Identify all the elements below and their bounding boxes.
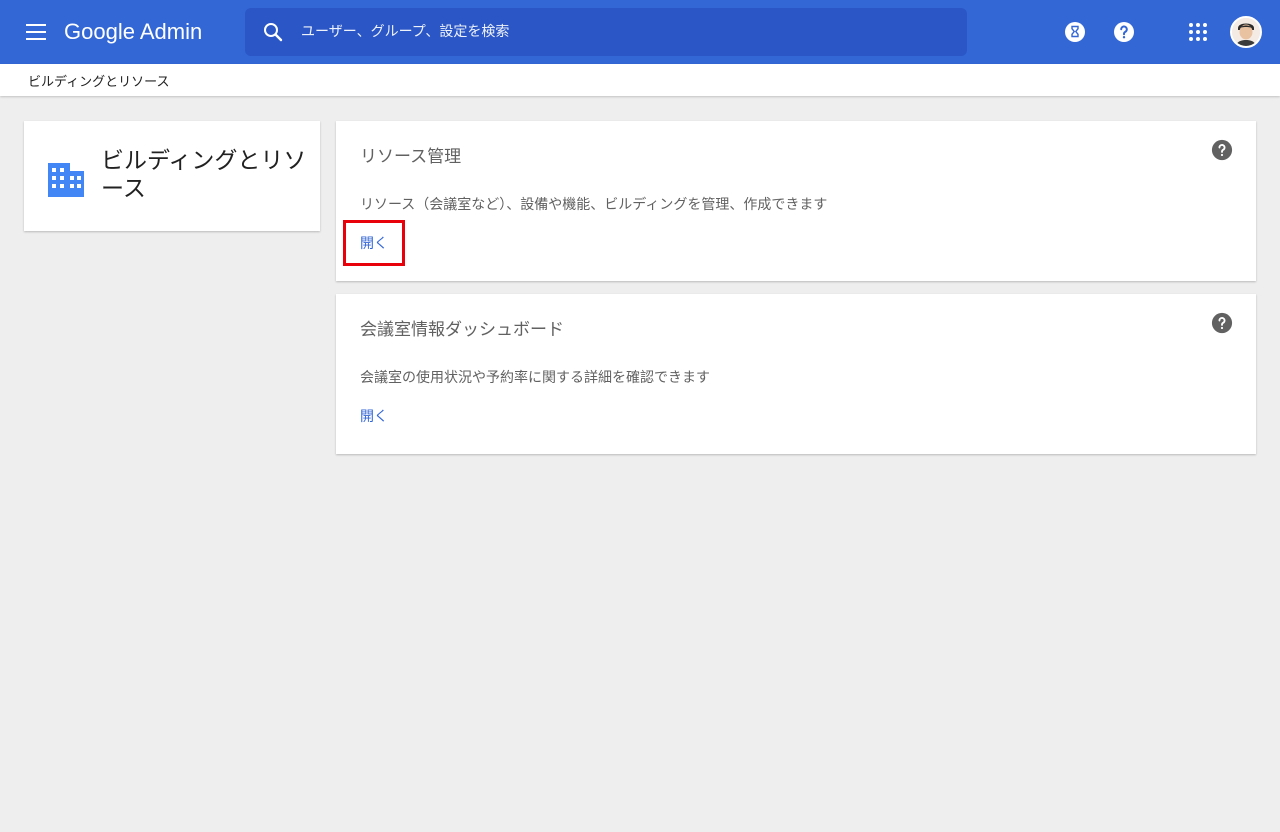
avatar[interactable] [1230, 16, 1262, 48]
help-icon[interactable] [1112, 20, 1136, 44]
open-link[interactable]: 開く [360, 233, 388, 253]
card-description: 会議室の使用状況や予約率に関する詳細を確認できます [360, 370, 710, 386]
search-icon[interactable] [261, 20, 285, 44]
section-header-card: ビルディングとリソース [24, 121, 320, 231]
resource-management-card: リソース管理 リソース（会議室など）、設備や機能、ビルディングを管理、作成できま… [336, 121, 1256, 281]
card-description: リソース（会議室など）、設備や機能、ビルディングを管理、作成できます [360, 197, 828, 213]
help-icon[interactable] [1211, 312, 1233, 334]
apps-grid-icon[interactable] [1186, 20, 1210, 44]
room-insights-card: 会議室情報ダッシュボード 会議室の使用状況や予約率に関する詳細を確認できます 開… [336, 294, 1256, 454]
breadcrumb-bar: ビルディングとリソース [0, 64, 1280, 96]
search-bar[interactable] [245, 8, 967, 56]
menu-icon[interactable] [20, 20, 52, 44]
breadcrumb: ビルディングとリソース [28, 75, 170, 90]
card-title: 会議室情報ダッシュボード [360, 320, 564, 340]
section-title: ビルディングとリソース [101, 148, 307, 202]
top-app-bar: Google Admin [0, 0, 1280, 64]
avatar-image [1232, 18, 1260, 46]
help-icon[interactable] [1211, 139, 1233, 161]
card-title: リソース管理 [360, 147, 462, 167]
open-link[interactable]: 開く [360, 406, 388, 426]
hourglass-icon[interactable] [1063, 20, 1087, 44]
app-logo[interactable]: Google Admin [64, 18, 202, 46]
search-input[interactable] [301, 8, 951, 56]
building-icon [48, 163, 84, 197]
